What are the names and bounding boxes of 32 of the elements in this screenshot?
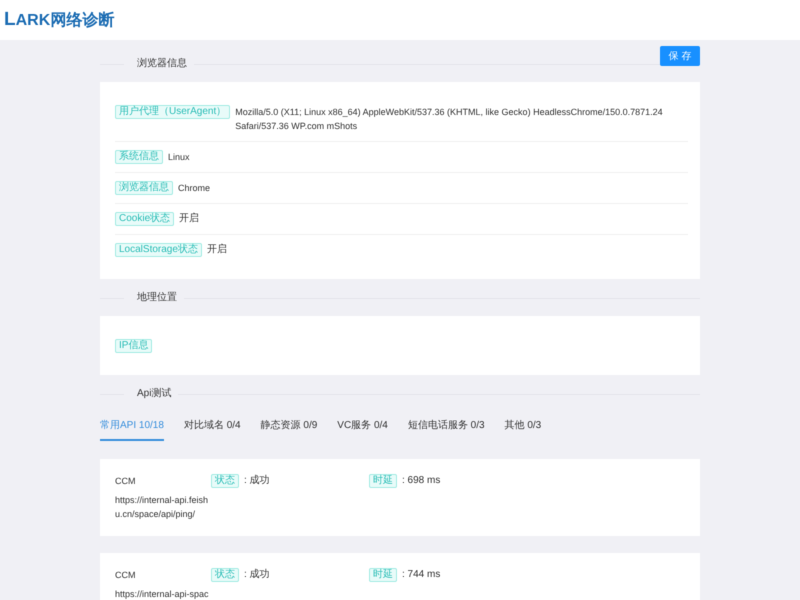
latency-text: : 744 ms [402,568,440,582]
field-value: Mozilla/5.0 (X11; Linux x86_64) AppleWebKit/537.36 (KHTML, like Gecko) HeadlessChrome/150.0.7871.24 Safari/537.36 WP.com mShots [235,106,664,133]
label-tag: 系统信息 [115,150,163,164]
section-title: 地理位置 [136,290,178,305]
latency-tag: 时延 [369,474,397,488]
status-tag: 状态 [211,474,239,488]
label-tag: Cookie状态 [115,212,174,226]
section-title: Api测试 [136,386,172,401]
section-title: 浏览器信息 [136,56,188,71]
label-tag: LocalStorage状态 [115,243,202,257]
latency-tag: 时延 [369,568,397,582]
tab[interactable]: VC服务 0/4 [337,412,388,441]
field-value: Chrome [178,182,210,195]
api-name: CCM [115,475,136,488]
latency-text: : 698 ms [402,474,440,488]
status-tag: 状态 [211,568,239,582]
tab[interactable]: 静态资源 0/9 [260,412,318,441]
status-text: : 成功 [244,568,270,582]
status-text: : 成功 [244,474,270,488]
logo: LARK网络诊断 [4,9,114,31]
api-name: CCM [115,569,136,582]
field-value: 开启 [206,243,227,257]
tab[interactable]: 短信电话服务 0/3 [408,412,485,441]
field-value: 开启 [179,212,200,226]
tab[interactable]: 其他 0/3 [504,412,542,441]
label-tag: 浏览器信息 [115,181,173,195]
label-tag: 用户代理（UserAgent） [115,105,230,119]
field-value: Linux [168,151,190,164]
api-url: https://internal-api.feishu.cn/space/api/ping/ [115,494,210,521]
label-tag: IP信息 [115,339,152,353]
api-url: https://internal-api-spac [115,588,210,600]
tab[interactable]: 对比域名 0/4 [184,412,241,441]
